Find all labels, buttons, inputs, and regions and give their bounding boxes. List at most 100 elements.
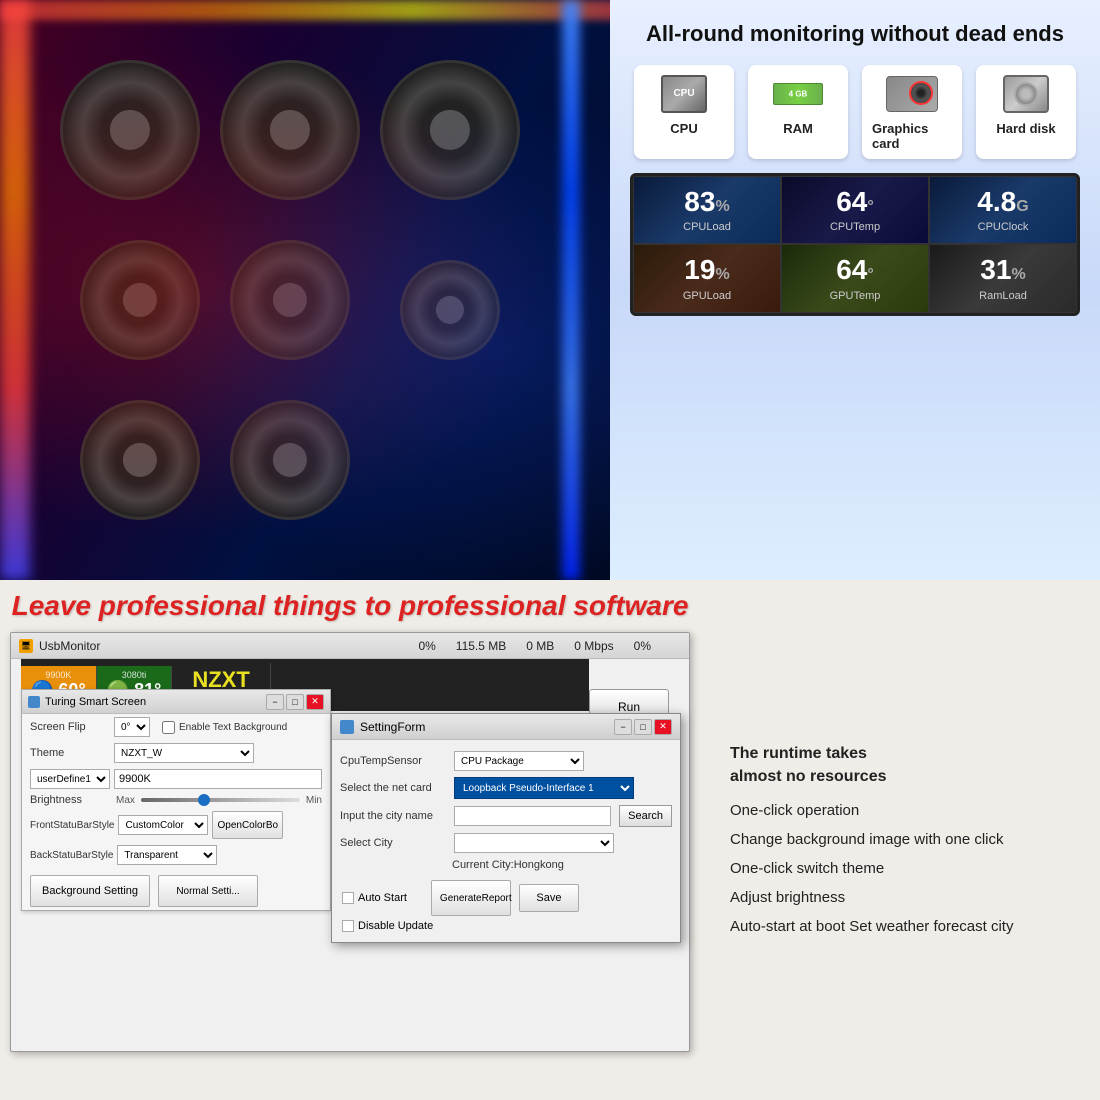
- select-city-label: Select City: [340, 837, 450, 849]
- cpu-component: CPU: [634, 65, 734, 159]
- net-stat: 0 Mbps: [574, 639, 613, 653]
- ram-stick-icon: 4 GB: [773, 83, 823, 105]
- bottom-section: Leave professional things to professiona…: [0, 580, 1100, 1100]
- city-select[interactable]: [454, 833, 614, 853]
- background-setting-button[interactable]: Background Setting: [30, 875, 150, 907]
- disable-update-label: Disable Update: [358, 920, 433, 932]
- brightness-slider[interactable]: [141, 798, 300, 802]
- gpu-card-icon: [886, 76, 938, 112]
- enable-text-bg-label: Enable Text Background: [179, 722, 287, 733]
- disable-update-checkbox[interactable]: [342, 920, 354, 932]
- monitor-label-2: 3080ti: [122, 670, 147, 680]
- front-status-bar-row: FrontStatuBarStyle CustomColor OpenColor…: [22, 808, 330, 842]
- auto-start-row: Auto Start GenerateReport Save: [332, 878, 680, 918]
- desc-item-2: Change background image with one click: [730, 829, 1080, 850]
- generate-report-button[interactable]: GenerateReport: [431, 880, 511, 916]
- dialog-maximize[interactable]: □: [634, 719, 652, 735]
- action-buttons-row: Background Setting Normal Setti...: [22, 872, 330, 910]
- software-area: Leave professional things to professiona…: [0, 580, 700, 1100]
- app-title-icon: 🖥: [19, 639, 33, 653]
- cpu-load-value: 83%: [642, 187, 772, 218]
- back-status-bar-row: BackStatuBarStyle Transparent: [22, 842, 330, 868]
- search-button[interactable]: Search: [619, 805, 672, 827]
- city-input-row: Input the city name Search: [332, 802, 680, 830]
- slider-thumb[interactable]: [198, 794, 210, 806]
- normal-setting-button[interactable]: Normal Setti...: [158, 875, 258, 907]
- dialog-close[interactable]: ✕: [654, 719, 672, 735]
- net-card-select[interactable]: Loopback Pseudo-Interface 1: [454, 777, 634, 799]
- desc-title: The runtime takes almost no resources: [730, 743, 1080, 788]
- enable-text-bg-checkbox[interactable]: [162, 721, 175, 734]
- monitor-label-1: 9900K: [45, 670, 71, 680]
- brightness-row: Brightness Max Min: [22, 792, 330, 808]
- dialog-title-icon: [340, 720, 354, 734]
- ram-load-cell: 31% RamLoad: [929, 244, 1077, 313]
- close-button[interactable]: ✕: [306, 694, 324, 710]
- setting-dialog: SettingForm − □ ✕ CpuTempSensor CPU Pack…: [331, 713, 681, 943]
- cpu-load-name: CPULoad: [642, 221, 772, 233]
- screen-flip-select[interactable]: 0°: [114, 717, 150, 737]
- select-city-row: Select City: [332, 830, 680, 856]
- cpu-model-row: userDefine1: [22, 766, 330, 792]
- theme-select[interactable]: NZXT_W: [114, 743, 254, 763]
- screen-flip-row: Screen Flip 0° Enable Text Background: [22, 714, 330, 740]
- cpu-temp-sensor-row: CpuTempSensor CPU Package: [332, 748, 680, 774]
- city-input[interactable]: [454, 806, 611, 826]
- cpu-clock-name: CPUClock: [938, 221, 1068, 233]
- cpu-temp-cell: 64° CPUTemp: [781, 176, 929, 245]
- desc-item-5: Auto-start at boot Set weather forecast …: [730, 916, 1080, 937]
- right-description: The runtime takes almost no resources On…: [700, 580, 1100, 1100]
- pc-background: [0, 0, 620, 580]
- user-define-select[interactable]: userDefine1: [30, 769, 110, 789]
- stats-display: 83% CPULoad 64° CPUTemp 4.8G CPUClock: [630, 173, 1080, 317]
- gpu-temp-value: 64°: [790, 255, 920, 286]
- ram-component: 4 GB RAM: [748, 65, 848, 159]
- cpu-clock-value: 4.8G: [938, 187, 1068, 218]
- app-window: 🖥 UsbMonitor 0% 115.5 MB 0 MB 0 Mbps 0% …: [10, 632, 690, 1052]
- save-button[interactable]: Save: [519, 884, 579, 912]
- cpu-load-cell: 83% CPULoad: [633, 176, 781, 245]
- win-controls: − □ ✕: [266, 694, 324, 710]
- gpu-temp-name: GPUTemp: [790, 290, 920, 302]
- cpu-label: CPU: [670, 121, 697, 136]
- front-status-label: FrontStatuBarStyle: [30, 820, 114, 831]
- brightness-label: Brightness: [30, 794, 110, 806]
- ram-load-value: 31%: [938, 255, 1068, 286]
- cpu-stat: 0%: [418, 639, 435, 653]
- component-icons-row: CPU 4 GB RAM Graphics card: [630, 65, 1080, 159]
- cpu-temp-sensor-select[interactable]: CPU Package: [454, 751, 584, 771]
- ram-icon-wrapper: 4 GB: [770, 73, 826, 115]
- open-color-button[interactable]: OpenColorBo: [212, 811, 283, 839]
- top-right-panel: All-round monitoring without dead ends C…: [610, 0, 1100, 580]
- minimize-button[interactable]: −: [266, 694, 284, 710]
- brightness-max: Max: [116, 795, 135, 806]
- cpu-model-input[interactable]: [114, 769, 322, 789]
- maximize-button[interactable]: □: [286, 694, 304, 710]
- auto-start-checkbox[interactable]: [342, 892, 354, 904]
- back-status-select[interactable]: Transparent: [117, 845, 217, 865]
- hdd-icon-wrapper: [998, 73, 1054, 115]
- app-titlebar: 🖥 UsbMonitor 0% 115.5 MB 0 MB 0 Mbps 0%: [11, 633, 689, 659]
- hdd-disk-icon: [1003, 75, 1049, 113]
- desc-list: One-click operation Change background im…: [730, 800, 1080, 937]
- theme-label: Theme: [30, 747, 110, 759]
- theme-row: Theme NZXT_W: [22, 740, 330, 766]
- monitoring-title: All-round monitoring without dead ends: [630, 20, 1080, 49]
- promo-text: Leave professional things to professiona…: [10, 590, 690, 622]
- city-input-label: Input the city name: [340, 810, 450, 822]
- cpu-temp-sensor-label: CpuTempSensor: [340, 755, 450, 767]
- cpu-icon-wrapper: [656, 73, 712, 115]
- top-section: All-round monitoring without dead ends C…: [0, 0, 1100, 580]
- desc-item-4: Adjust brightness: [730, 887, 1080, 908]
- ram-label: RAM: [783, 121, 813, 136]
- front-status-select[interactable]: CustomColor: [118, 815, 208, 835]
- ram-load-name: RamLoad: [938, 290, 1068, 302]
- gpu-temp-cell: 64° GPUTemp: [781, 244, 929, 313]
- dialog-minimize[interactable]: −: [614, 719, 632, 735]
- hdd-component: Hard disk: [976, 65, 1076, 159]
- inner-titlebar: Turing Smart Screen − □ ✕: [22, 690, 330, 714]
- disable-update-row: Disable Update: [332, 918, 680, 934]
- gpu-fan-icon: [909, 81, 933, 105]
- net-card-row: Select the net card Loopback Pseudo-Inte…: [332, 774, 680, 802]
- current-city-text: Current City:Hongkong: [452, 859, 564, 871]
